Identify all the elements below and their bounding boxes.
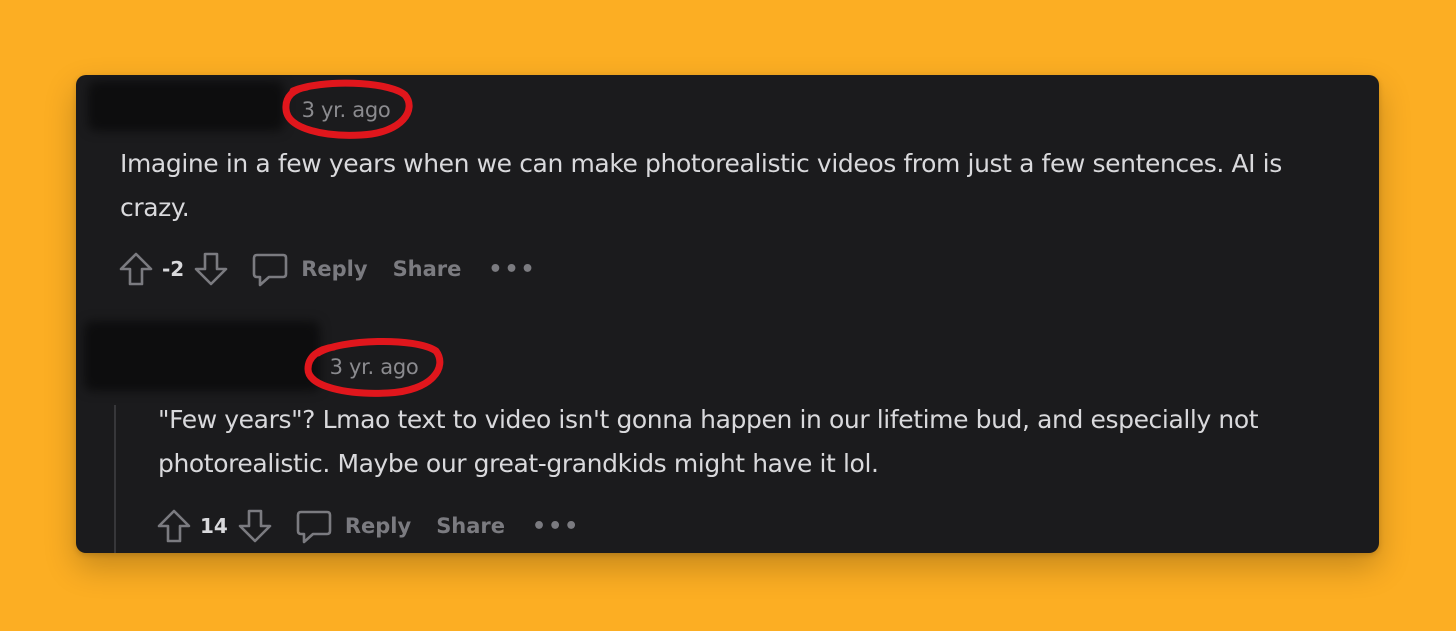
comment-body: Imagine in a few years when we can make … [120, 149, 1282, 222]
comment-actions: -2 Reply Share ••• [118, 251, 537, 287]
reply-button[interactable]: Reply [251, 250, 368, 288]
upvote-icon[interactable] [156, 508, 192, 544]
more-options-button[interactable]: ••• [532, 514, 580, 539]
share-button[interactable]: Share [393, 257, 462, 281]
timestamp-wrapper: 3 yr. ago [304, 337, 444, 397]
more-options-button[interactable]: ••• [488, 257, 536, 282]
comment-icon [295, 507, 333, 545]
comment-body: "Few years"? Lmao text to video isn't go… [158, 405, 1259, 478]
share-button[interactable]: Share [436, 514, 505, 538]
vote-score: 14 [200, 514, 228, 538]
thread-line[interactable] [114, 405, 116, 553]
reply-label: Reply [344, 514, 412, 538]
downvote-icon[interactable] [237, 508, 273, 544]
timestamp-wrapper: 3 yr. ago [281, 79, 413, 139]
comment-actions: 14 Reply Share ••• [156, 508, 580, 544]
comment-icon [251, 250, 289, 288]
timestamp[interactable]: 3 yr. ago [302, 98, 391, 122]
upvote-icon[interactable] [118, 251, 154, 287]
reply-label: Reply [301, 257, 368, 281]
redacted-username [84, 321, 320, 391]
timestamp[interactable]: 3 yr. ago [330, 355, 419, 379]
vote-score: -2 [162, 257, 185, 281]
comment-thread-card: 3 yr. ago Imagine in a few years when we… [76, 75, 1379, 553]
redacted-username [88, 81, 284, 131]
downvote-icon[interactable] [193, 251, 229, 287]
reply-button[interactable]: Reply [295, 507, 411, 545]
